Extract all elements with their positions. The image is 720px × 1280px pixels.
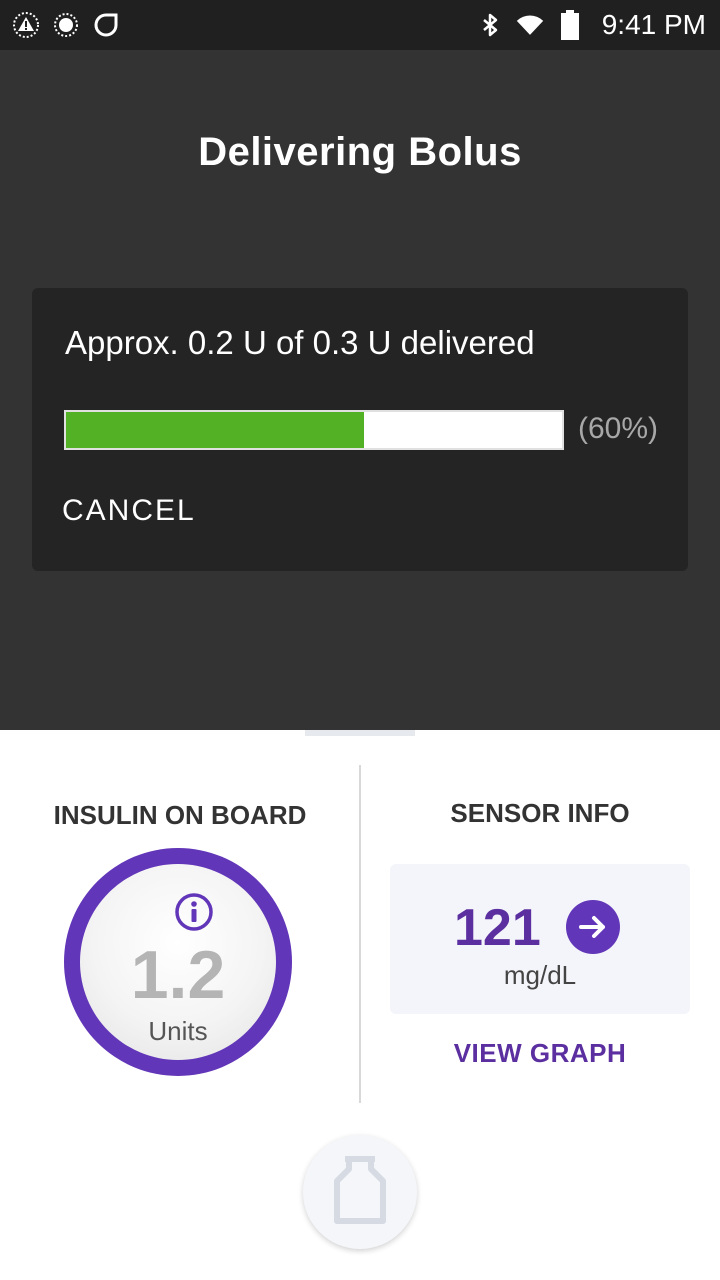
glucose-value: 121	[454, 899, 541, 957]
status-bar: 9:41 PM	[0, 0, 720, 50]
pod-icon	[333, 1155, 387, 1230]
progress-bar	[64, 410, 564, 450]
pod-button[interactable]	[303, 1135, 417, 1249]
status-time: 9:41 PM	[601, 9, 706, 40]
glucose-unit: mg/dL	[503, 960, 577, 990]
progress-text: Approx. 0.2 U of 0.3 U delivered	[65, 324, 535, 361]
iob-units: Units	[148, 1016, 208, 1046]
bolus-overlay: Delivering Bolus Approx. 0.2 U of 0.3 U …	[0, 50, 720, 730]
iob-value: 1.2	[130, 937, 226, 1013]
sync-icon	[92, 11, 120, 39]
record-icon	[52, 11, 80, 39]
battery-icon	[556, 10, 584, 40]
sensor-reading-box[interactable]: 121 mg/dL	[390, 864, 690, 1014]
iob-circle: 1.2 Units	[80, 864, 276, 1060]
drag-handle[interactable]	[305, 730, 415, 736]
progress-percent: (60%)	[578, 412, 659, 445]
iob-ring[interactable]: 1.2 Units	[64, 848, 292, 1076]
view-graph-link[interactable]: VIEW GRAPH	[360, 1038, 720, 1069]
sensor-info-title: SENSOR INFO	[450, 798, 630, 828]
arrow-right-icon[interactable]	[566, 900, 620, 954]
alert-icon	[12, 11, 40, 39]
wifi-icon	[516, 11, 544, 39]
progress-fill	[66, 412, 364, 448]
cancel-button[interactable]: CANCEL	[62, 494, 196, 528]
iob-title: INSULIN ON BOARD	[53, 800, 307, 830]
dialog-title: Delivering Bolus	[198, 130, 522, 174]
progress-card: Approx. 0.2 U of 0.3 U delivered (60%) C…	[32, 288, 688, 571]
bluetooth-icon	[476, 11, 504, 39]
info-icon[interactable]	[174, 892, 214, 932]
